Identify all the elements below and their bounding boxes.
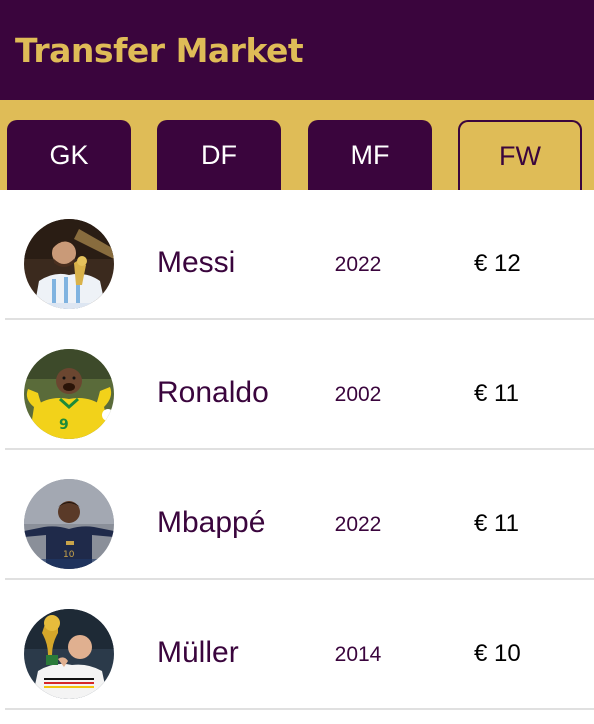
player-row[interactable]: 10 Mbappé 2022 € 11: [5, 450, 594, 580]
player-avatar: 10: [24, 479, 114, 569]
tab-gk[interactable]: GK: [7, 120, 131, 190]
tab-df[interactable]: DF: [157, 120, 281, 190]
player-year: 2022: [334, 513, 382, 536]
player-year: 2022: [334, 253, 382, 276]
player-row[interactable]: 9 Ronaldo 2002 € 11: [5, 320, 594, 450]
player-price: € 12: [474, 250, 521, 277]
player-name: Ronaldo: [157, 376, 269, 409]
player-price: € 11: [474, 380, 519, 407]
player-year: 2002: [334, 383, 382, 406]
player-avatar: [24, 609, 114, 699]
player-year: 2014: [334, 643, 382, 666]
player-name: Müller: [157, 636, 239, 669]
player-row[interactable]: Messi 2022 € 12: [5, 190, 594, 320]
player-name: Messi: [157, 246, 236, 279]
app-header: Transfer Market: [0, 0, 594, 100]
player-avatar: [24, 219, 114, 309]
svg-text:9: 9: [59, 417, 69, 433]
transfer-market-app: Transfer Market GK DF MF FW Messi 2022 €…: [0, 0, 594, 724]
player-list: Messi 2022 € 12 9 Ronaldo 2002 € 11 10 M…: [0, 190, 594, 710]
tab-fw[interactable]: FW: [458, 120, 582, 190]
player-price: € 11: [474, 510, 519, 537]
player-name: Mbappé: [157, 506, 266, 539]
svg-text:10: 10: [63, 550, 75, 560]
tab-mf[interactable]: MF: [308, 120, 432, 190]
player-avatar: 9: [24, 349, 114, 439]
player-row[interactable]: Müller 2014 € 10: [5, 580, 594, 710]
player-price: € 10: [474, 640, 521, 667]
position-tabs: GK DF MF FW: [0, 100, 594, 190]
page-title: Transfer Market: [15, 30, 304, 70]
